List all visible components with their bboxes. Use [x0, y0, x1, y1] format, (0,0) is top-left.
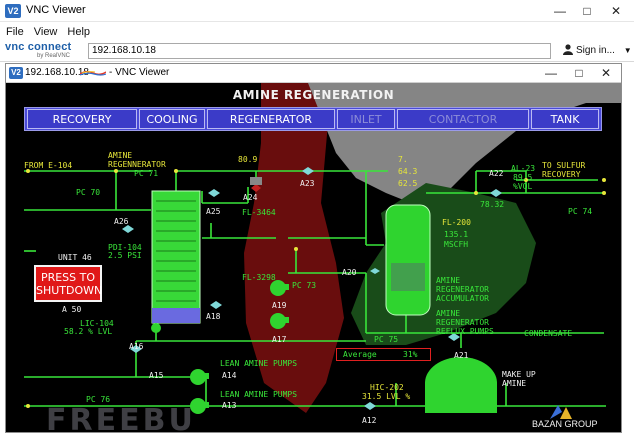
- label-fl3464: FL-3464: [242, 208, 276, 217]
- label-pc73: PC 73: [292, 281, 317, 290]
- session-app: - VNC Viewer: [109, 67, 170, 78]
- label-a18: A18: [206, 312, 221, 321]
- label-a26: A26: [114, 217, 129, 226]
- window-title: VNC Viewer: [26, 4, 86, 16]
- value-average: 31%: [403, 350, 418, 359]
- toolbar: vnc connect by RealVNC 192.168.10.18 Sig…: [0, 40, 634, 62]
- menu-view[interactable]: View: [28, 24, 62, 38]
- label-from-e104: FROM E-104: [24, 161, 73, 170]
- redaction-overlay: [244, 83, 621, 413]
- unit-fl200: MSCFH: [444, 240, 469, 249]
- shutdown-button[interactable]: PRESS TO SHUTDOWN: [34, 265, 102, 302]
- label-hic202: HIC-202: [370, 383, 404, 392]
- vnc-app-icon: V2: [5, 4, 21, 18]
- value-78-32: 78.32: [480, 200, 505, 209]
- person-icon: [563, 44, 573, 55]
- inner-close-icon[interactable]: ✕: [593, 64, 619, 82]
- tab-recovery[interactable]: RECOVERY: [27, 109, 137, 129]
- label-average: Average: [343, 350, 377, 359]
- average-readout: Average 31%: [336, 348, 431, 361]
- screen-title: AMINE REGENERATION: [232, 88, 395, 102]
- label-a19: A19: [272, 301, 287, 310]
- tab-contactor[interactable]: CONTACTOR: [397, 109, 529, 129]
- label-pc74: PC 74: [568, 207, 593, 216]
- label-fl3298: FL-3298: [242, 273, 276, 282]
- logo-subtext: by RealVNC: [37, 53, 71, 59]
- unit-al23: %VOL: [513, 182, 533, 191]
- bazan-group-logo: BAZAN GROUP: [532, 405, 598, 429]
- label-lean-pumps-1: LEAN AMINE PUMPS: [220, 359, 298, 368]
- label-lean-pumps-2: LEAN AMINE PUMPS: [220, 390, 298, 399]
- tab-cooling[interactable]: COOLING: [139, 109, 205, 129]
- label-a21: A21: [454, 351, 469, 360]
- label-pc71: PC 71: [134, 169, 159, 178]
- label-al23: AL-23: [511, 164, 536, 173]
- watermark-text: FREEBU: [46, 403, 196, 432]
- label-a25: A25: [206, 207, 221, 216]
- label-a22: A22: [489, 169, 504, 178]
- address-input[interactable]: 192.168.10.18: [88, 43, 551, 59]
- tab-inlet[interactable]: INLET: [337, 109, 395, 129]
- label-a16: A16: [129, 342, 144, 351]
- value-lic104: 58.2 % LVL: [64, 327, 113, 336]
- value-62-5: 62.5: [398, 179, 418, 188]
- vnc-swirl-icon: [80, 71, 106, 76]
- label-a50: A 50: [62, 305, 82, 314]
- label-a12: A12: [362, 416, 377, 425]
- inner-maximize-icon[interactable]: □: [566, 64, 592, 82]
- label-unit46: UNIT 46: [58, 253, 92, 262]
- label-pc70: PC 70: [76, 188, 101, 197]
- vnc-session-icon: V2: [9, 67, 23, 79]
- menu-bar: File View Help: [0, 22, 634, 40]
- scada-hmi-screen[interactable]: AMINE REGENERATION RECOVERY COOLING REGE…: [6, 83, 621, 432]
- value-al23: 89.5: [513, 173, 533, 182]
- menu-help[interactable]: Help: [61, 24, 94, 38]
- chevron-down-icon: ▼: [623, 46, 632, 55]
- value-pdi104: 2.5 PSI: [108, 251, 142, 260]
- label-a23: A23: [300, 179, 315, 188]
- value-64-3: 64.3: [398, 167, 418, 176]
- label-a24: A24: [243, 193, 258, 202]
- close-icon[interactable]: ✕: [603, 2, 629, 20]
- value-80-9: 80.9: [238, 155, 258, 164]
- outer-titlebar: V2 VNC Viewer — □ ✕: [0, 0, 634, 22]
- label-a17: A17: [272, 335, 287, 344]
- label-reflux-pumps: AMINE REGENERATOR REFLUX PUMPS: [436, 309, 494, 336]
- label-a14: A14: [222, 371, 237, 380]
- logo-text: vnc connect: [5, 41, 72, 53]
- label-a15: A15: [149, 371, 164, 380]
- label-condensate: CONDENSATE: [524, 329, 573, 338]
- label-fl200: FL-200: [442, 218, 471, 227]
- tab-regenerator[interactable]: REGENERATOR: [207, 109, 335, 129]
- tab-tank[interactable]: TANK: [531, 109, 599, 129]
- value-hic202: 31.5 LVL %: [362, 392, 411, 401]
- value-7: 7.: [398, 155, 408, 164]
- label-a13: A13: [222, 401, 237, 410]
- bazan-logo-icon: [550, 405, 572, 419]
- inner-minimize-icon[interactable]: —: [538, 64, 564, 82]
- brand-text: BAZAN GROUP: [532, 419, 598, 429]
- label-accumulator: AMINE REGENERATOR ACCUMULATOR: [436, 276, 489, 303]
- label-pc75: PC 75: [374, 335, 399, 344]
- menu-file[interactable]: File: [0, 24, 28, 38]
- value-fl200: 135.1: [444, 230, 469, 239]
- sign-in-button[interactable]: Sign in... ▼: [563, 44, 632, 56]
- label-a20: A20: [342, 268, 357, 277]
- maximize-icon[interactable]: □: [574, 2, 600, 20]
- remote-session-window: V2 192.168.10.18 - VNC Viewer — □ ✕ AMIN…: [5, 63, 622, 433]
- label-to-sulfur-recovery: TO SULFUR RECOVERY: [542, 161, 586, 179]
- inner-titlebar: V2 192.168.10.18 - VNC Viewer — □ ✕: [6, 64, 621, 83]
- navigation-tabs: RECOVERY COOLING REGENERATOR INLET CONTA…: [24, 107, 602, 131]
- sign-in-label: Sign in...: [576, 45, 615, 56]
- label-make-up-amine: MAKE UP AMINE: [502, 370, 536, 388]
- vnc-connect-logo: vnc connect by RealVNC: [5, 41, 83, 61]
- column-level-indicator: [152, 308, 200, 323]
- accumulator-vessel: [385, 204, 431, 316]
- minimize-icon[interactable]: —: [547, 2, 573, 20]
- label-amine-regenerator: AMINE REGENNERATOR: [108, 151, 166, 169]
